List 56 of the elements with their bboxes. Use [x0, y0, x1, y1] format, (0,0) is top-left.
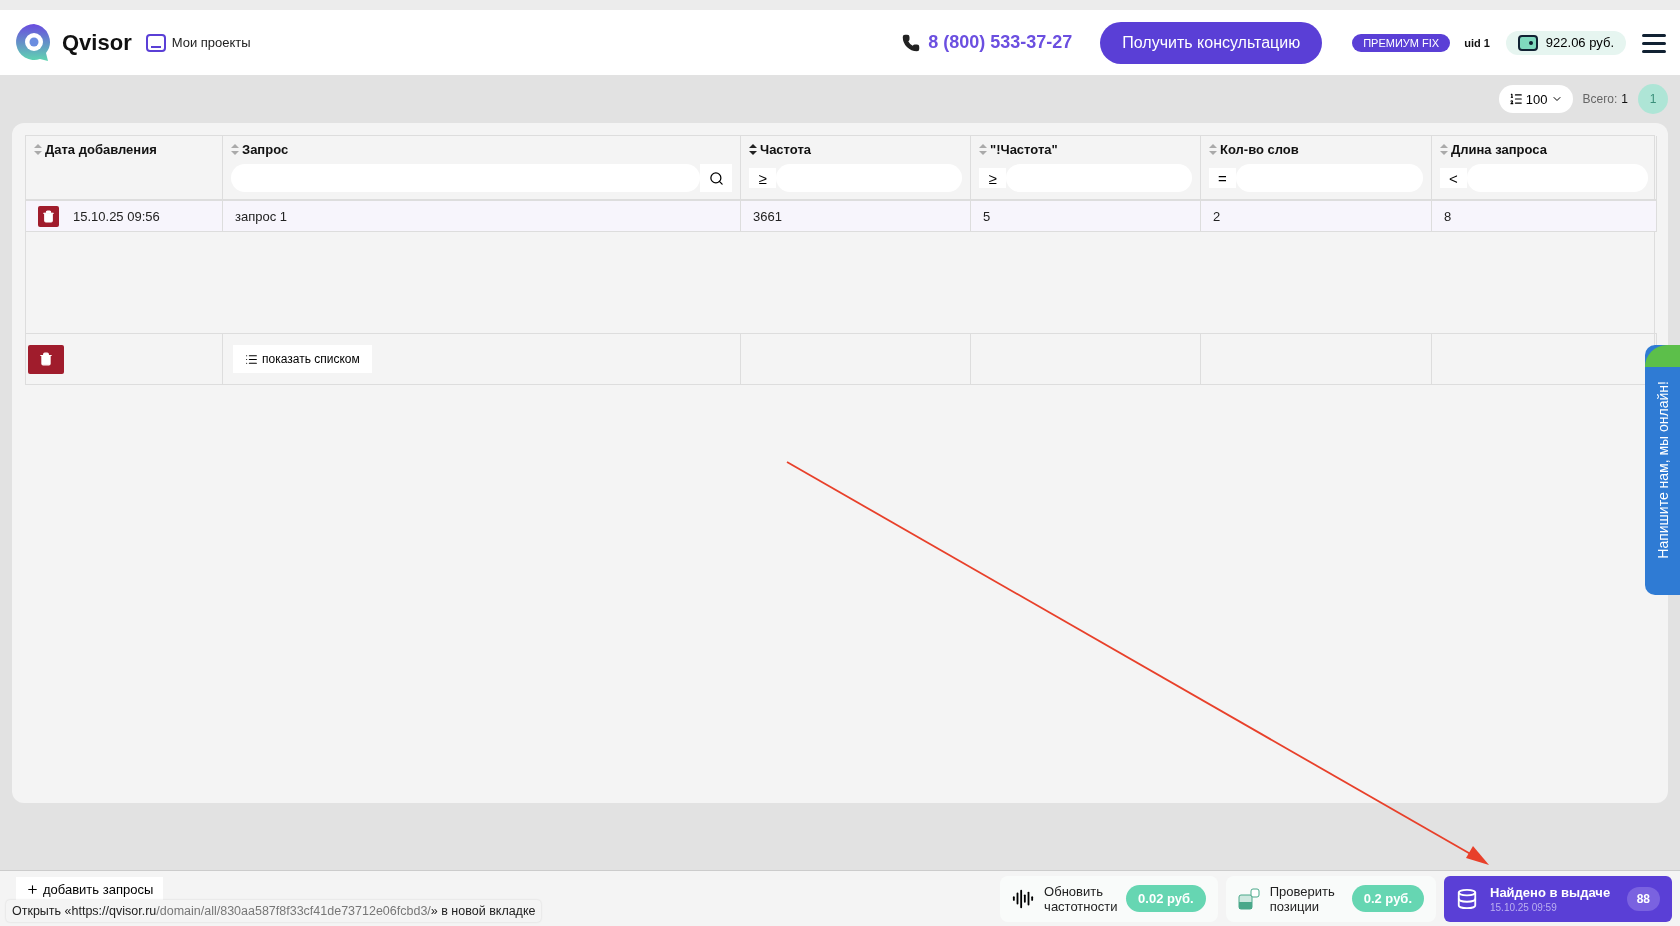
plan-badge: ПРЕМИУМ FIX [1352, 33, 1451, 52]
found-title: Найдено в выдаче [1490, 884, 1612, 900]
show-list-button[interactable]: показать списком [233, 345, 372, 373]
trash-icon [42, 209, 55, 223]
price-badge: 0.02 руб. [1126, 885, 1206, 912]
phone-number[interactable]: 8 (800) 533-37-27 [928, 32, 1073, 53]
add-queries-button[interactable]: добавить запросы [16, 877, 164, 901]
per-page-dropdown[interactable]: 100 [1498, 85, 1573, 113]
table-cell: 5 [983, 208, 991, 224]
phone-icon [902, 33, 921, 52]
search-icon [708, 170, 724, 186]
list-icon [245, 352, 258, 366]
sort-icon[interactable] [749, 144, 757, 155]
action-button[interactable]: Проверить позиции 0.2 руб. [1225, 875, 1436, 922]
operator-button[interactable]: = [1209, 168, 1236, 188]
operator-button[interactable]: ≥ [749, 168, 776, 188]
link-status-tooltip: Открыть «https://qvisor.ru/domain/all/830aa587f8f33cf41de73712e06fcbd3/» в новой вкладке [6, 900, 542, 922]
operator-button[interactable]: < [1440, 168, 1467, 188]
chat-tab[interactable]: Напишите нам, мы онлайн! [1645, 345, 1680, 595]
column-header[interactable]: Частота [760, 142, 811, 157]
total-count: 1 [1621, 92, 1628, 106]
brand-name: Qvisor [62, 29, 132, 56]
operator-button[interactable]: ≥ [979, 168, 1006, 188]
delete-button[interactable] [38, 205, 59, 227]
price-badge: 0.2 руб. [1351, 885, 1424, 912]
projects-link[interactable]: Мои проекты [145, 33, 251, 52]
table-cell: 15.10.25 09:56 [73, 208, 160, 224]
window-icon [145, 33, 166, 52]
waveform-icon [1012, 887, 1035, 910]
balance-amount: 922.06 руб. [1545, 35, 1614, 50]
search-button[interactable] [700, 164, 732, 192]
found-count: 88 [1626, 886, 1660, 911]
column-header[interactable]: Дата добавления [45, 142, 157, 157]
menu-icon[interactable] [1642, 32, 1666, 53]
column-header[interactable]: Кол-во слов [1220, 142, 1299, 157]
table-cell: 3661 [753, 208, 782, 224]
user-id: uid 1 [1464, 36, 1490, 49]
consultation-button[interactable]: Получить консультацию [1100, 21, 1323, 64]
serp-found-button[interactable]: Найдено в выдаче 15.10.25 09:59 88 [1444, 875, 1672, 922]
table-cell: запрос 1 [235, 208, 288, 224]
table-cell: 8 [1444, 208, 1452, 224]
numbered-list-icon [1508, 92, 1523, 106]
action-button[interactable]: Обновить частотности 0.02 руб. [1000, 875, 1218, 922]
column-header[interactable]: "!Частота" [990, 142, 1058, 157]
found-date: 15.10.25 09:59 [1490, 901, 1558, 913]
balance-pill[interactable]: 922.06 руб. [1505, 30, 1626, 55]
database-icon [1456, 887, 1478, 910]
total-label: Всего: [1582, 92, 1618, 106]
column-header[interactable]: Длина запроса [1451, 142, 1547, 157]
wallet-icon [1517, 34, 1538, 51]
trash-icon [39, 352, 53, 366]
squares-icon [1237, 887, 1260, 910]
plus-icon [26, 882, 39, 896]
column-header[interactable]: Запрос [242, 142, 289, 157]
table-cell: 2 [1213, 208, 1221, 224]
delete-all-button[interactable] [28, 344, 64, 374]
